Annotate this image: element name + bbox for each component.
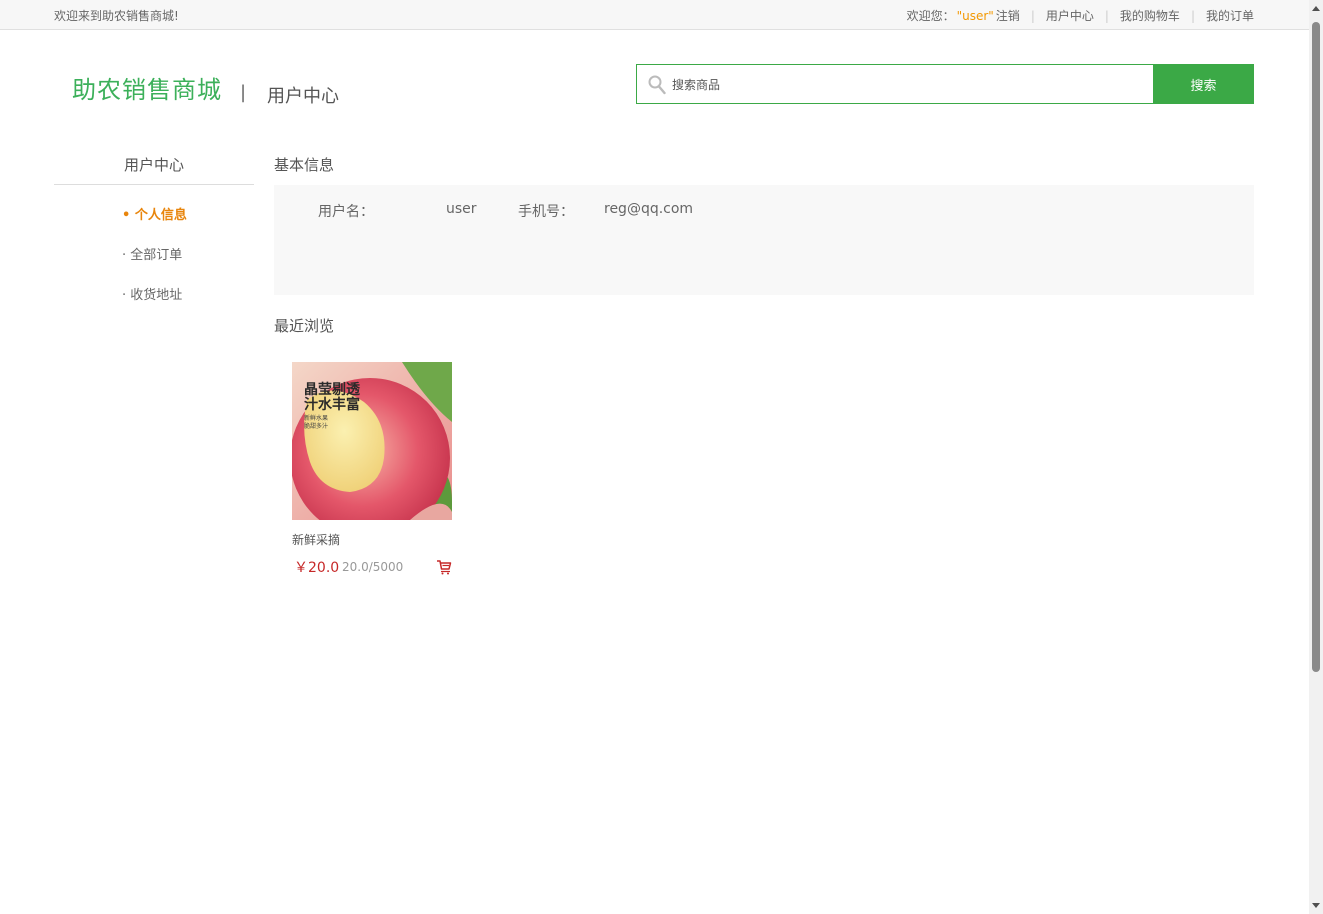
top-bar: 欢迎来到助农销售商城! 欢迎您： "user" 注销 | 用户中心 | 我的购物… bbox=[0, 0, 1309, 30]
recent-views-title: 最近浏览 bbox=[274, 317, 335, 335]
cart-icon[interactable] bbox=[436, 559, 452, 575]
greeting-text: 欢迎您： bbox=[906, 9, 955, 23]
logout-link[interactable]: 注销 bbox=[996, 7, 1020, 24]
page-title: 用户中心 bbox=[267, 86, 339, 107]
search-icon bbox=[648, 75, 666, 95]
product-card[interactable]: 晶莹剔透 汁水丰富 新鲜水果 脆甜多汁 新鲜采摘 ￥20.0 20.0/5000 bbox=[292, 362, 452, 577]
my-cart-link[interactable]: 我的购物车 bbox=[1120, 7, 1180, 24]
username-text: "user" bbox=[956, 8, 994, 23]
sidebar-item-profile[interactable]: • 个人信息 bbox=[54, 204, 254, 244]
search-box bbox=[636, 64, 1154, 104]
image-headline-2: 汁水丰富 bbox=[304, 396, 360, 412]
phone-value: reg@qq.com bbox=[604, 201, 694, 217]
basic-info-title: 基本信息 bbox=[274, 156, 335, 174]
sidebar-item-orders[interactable]: · 全部订单 bbox=[54, 244, 254, 284]
search-button[interactable]: 搜索 bbox=[1153, 64, 1254, 104]
scrollbar-thumb[interactable] bbox=[1312, 22, 1320, 672]
username-label: 用户名： bbox=[318, 204, 374, 220]
header-divider: | bbox=[240, 82, 247, 103]
product-meta-row: ￥20.0 20.0/5000 bbox=[292, 557, 452, 577]
welcome-text: 欢迎来到助农销售商城! bbox=[54, 9, 179, 23]
scrollbar[interactable] bbox=[1309, 0, 1323, 914]
product-price: ￥20.0 bbox=[294, 560, 340, 576]
sidebar-menu: • 个人信息 · 全部订单 · 收货地址 bbox=[54, 204, 254, 324]
user-center-link[interactable]: 用户中心 bbox=[1046, 7, 1094, 24]
product-name[interactable]: 新鲜采摘 bbox=[292, 531, 452, 548]
sidebar: 用户中心 • 个人信息 · 全部订单 · 收货地址 bbox=[54, 150, 254, 324]
my-orders-link[interactable]: 我的订单 bbox=[1206, 7, 1254, 24]
product-stock: 20.0/5000 bbox=[342, 560, 404, 574]
site-logo[interactable]: 助农销售商城 bbox=[72, 70, 222, 105]
search-bar: 搜索 bbox=[636, 64, 1254, 104]
username-value: user bbox=[446, 201, 477, 217]
sidebar-item-addresses[interactable]: · 收货地址 bbox=[54, 284, 254, 324]
image-headline-1: 晶莹剔透 bbox=[304, 381, 361, 397]
search-input[interactable] bbox=[672, 74, 1142, 96]
phone-label: 手机号： bbox=[518, 204, 574, 220]
scroll-up-icon[interactable] bbox=[1312, 6, 1320, 11]
top-nav: 欢迎您： "user" 注销 | 用户中心 | 我的购物车 | 我的订单 bbox=[907, 7, 1254, 24]
sidebar-title: 用户中心 bbox=[54, 150, 254, 185]
image-subtext-1: 新鲜水果 bbox=[304, 414, 328, 422]
divider: | bbox=[1104, 8, 1109, 23]
basic-info-panel: 用户名： user 手机号： reg@qq.com bbox=[274, 185, 1254, 295]
divider: | bbox=[1190, 8, 1195, 23]
product-image[interactable]: 晶莹剔透 汁水丰富 新鲜水果 脆甜多汁 bbox=[292, 362, 452, 520]
scroll-down-icon[interactable] bbox=[1312, 903, 1320, 908]
image-subtext-2: 脆甜多汁 bbox=[304, 422, 328, 430]
main-content: 基本信息 用户名： user 手机号： reg@qq.com 最近浏览 晶莹剔透… bbox=[274, 150, 1254, 576]
divider: | bbox=[1030, 8, 1035, 23]
